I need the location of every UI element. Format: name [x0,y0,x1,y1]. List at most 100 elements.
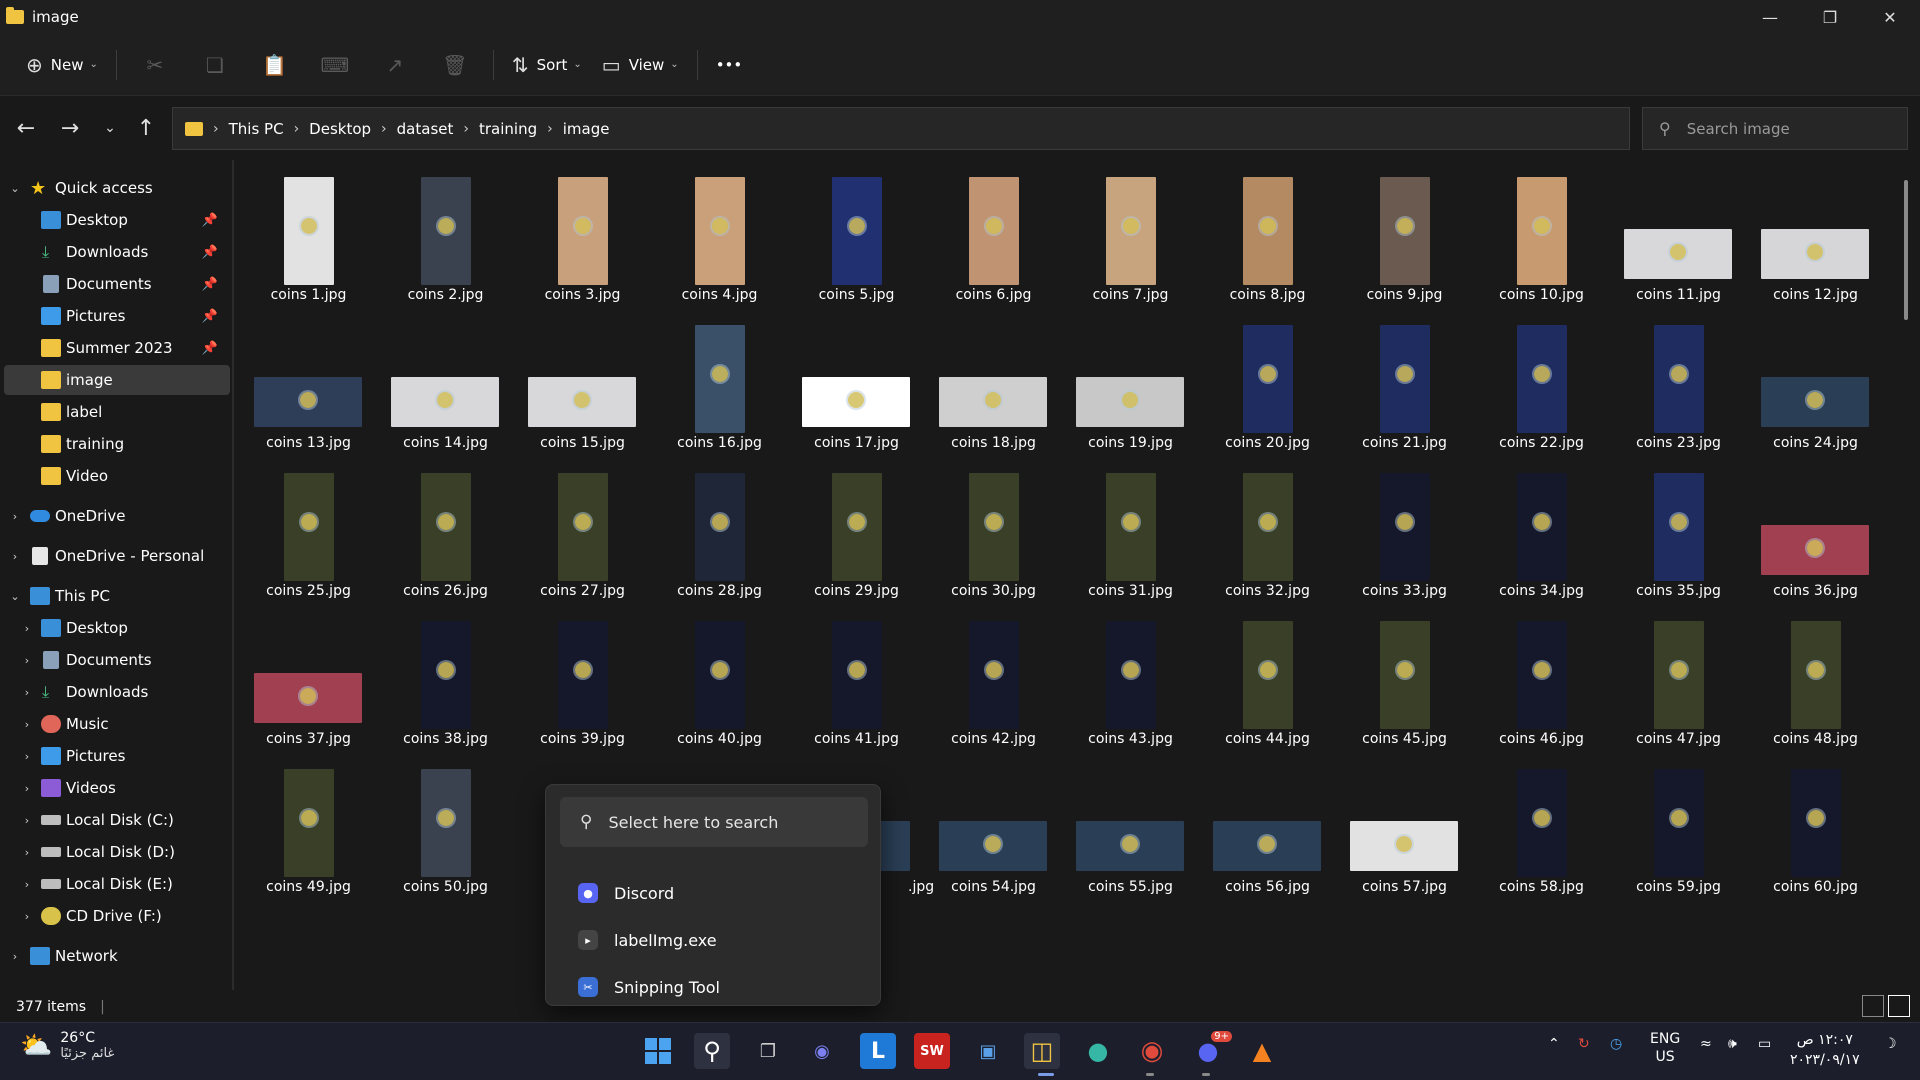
sort-button[interactable]: ⇅ Sort ⌄ [502,45,592,85]
sidebar-item-onedrive[interactable]: › OneDrive [0,501,230,531]
file-item[interactable]: coins 20.jpg [1199,313,1336,453]
solidworks-icon[interactable]: SW [914,1033,950,1069]
sidebar-item-pc-downloads[interactable]: › ⤓ Downloads [0,677,230,707]
file-item[interactable]: coins 25.jpg [240,461,377,601]
sidebar-item-downloads[interactable]: ⤓ Downloads 📌 [0,237,230,267]
file-item[interactable]: coins 4.jpg [651,165,788,305]
sidebar-item-summer-2023[interactable]: Summer 2023 📌 [0,333,230,363]
sidebar-divider[interactable] [232,160,234,990]
file-item[interactable]: coins 15.jpg [514,313,651,453]
file-item[interactable]: coins 60.jpg [1747,757,1884,897]
close-button[interactable]: ✕ [1860,0,1920,34]
volume-icon[interactable]: 🕪 [1728,1036,1737,1052]
file-item[interactable]: coins 17.jpg [788,313,925,453]
file-item[interactable]: coins 2.jpg [377,165,514,305]
chevron-up-icon[interactable]: ⌃ [1548,1036,1560,1052]
large-icons-view-icon[interactable] [1888,995,1910,1017]
sidebar-item-local-disk-c[interactable]: › Local Disk (C:) [0,805,230,835]
file-item[interactable]: coins 3.jpg [514,165,651,305]
file-item[interactable]: coins 41.jpg [788,609,925,749]
sync-icon[interactable]: ↻ [1578,1036,1590,1052]
file-item[interactable]: coins 44.jpg [1199,609,1336,749]
file-item[interactable]: coins 31.jpg [1062,461,1199,601]
file-item[interactable]: coins 24.jpg [1747,313,1884,453]
clock[interactable]: ١٢:٠٧ ص ٢٠٢٣/٠٩/١٧ [1790,1030,1860,1070]
file-item[interactable]: coins 45.jpg [1336,609,1473,749]
file-item[interactable]: coins 7.jpg [1062,165,1199,305]
file-item[interactable]: coins 27.jpg [514,461,651,601]
teams-chat-icon[interactable]: ◉ [804,1033,840,1069]
file-item[interactable]: coins 35.jpg [1610,461,1747,601]
weather-widget[interactable]: ⛅ 26°C غائم جزئيًا [20,1030,114,1061]
breadcrumb-dataset[interactable]: dataset [397,120,454,138]
sidebar-item-desktop[interactable]: Desktop 📌 [0,205,230,235]
sidebar-item-onedrive-personal[interactable]: › OneDrive - Personal [0,541,230,571]
file-item[interactable]: coins 22.jpg [1473,313,1610,453]
file-item[interactable]: coins 49.jpg [240,757,377,897]
cut-icon[interactable]: ✂ [125,45,185,85]
forward-button[interactable]: → [52,110,88,146]
battery-icon[interactable]: ▭ [1758,1036,1771,1052]
file-item[interactable]: coins 34.jpg [1473,461,1610,601]
sidebar-item-this-pc[interactable]: ⌄ This PC [0,581,230,611]
chrome-icon[interactable]: ◉ [1134,1033,1170,1069]
file-item[interactable]: coins 54.jpg [925,757,1062,897]
search-taskbar-button[interactable]: ⚲ [694,1033,730,1069]
file-item[interactable]: coins 37.jpg [240,609,377,749]
microsoft-store-icon[interactable]: ▣ [970,1033,1006,1069]
breadcrumb-this-pc[interactable]: This PC [229,120,284,138]
popup-search-input[interactable]: Select here to search [608,813,778,832]
scrollbar[interactable] [1904,180,1908,320]
file-item[interactable]: coins 28.jpg [651,461,788,601]
language-indicator[interactable]: ENG US [1650,1030,1680,1066]
search-box[interactable]: ⚲ Search image [1642,107,1908,150]
file-item[interactable]: coins 10.jpg [1473,165,1610,305]
popup-item-snipping-tool[interactable]: ✂ Snipping Tool [578,972,720,1002]
file-item[interactable]: coins 21.jpg [1336,313,1473,453]
sidebar-item-cd-drive-f[interactable]: › CD Drive (F:) [0,901,230,931]
file-item[interactable]: coins 23.jpg [1610,313,1747,453]
file-item[interactable]: coins 57.jpg [1336,757,1473,897]
view-button[interactable]: ▭ View ⌄ [592,45,689,85]
breadcrumb-image[interactable]: image [563,120,610,138]
up-button[interactable]: ↑ [128,110,164,146]
wifi-icon[interactable]: ≈ [1700,1036,1712,1052]
file-item[interactable]: coins 14.jpg [377,313,514,453]
search-input[interactable]: Search image [1687,120,1790,138]
sidebar-item-documents[interactable]: Documents 📌 [0,269,230,299]
sidebar-item-training[interactable]: training [0,429,230,459]
file-item[interactable]: coins 19.jpg [1062,313,1199,453]
sidebar-item-pictures[interactable]: Pictures 📌 [0,301,230,331]
sidebar-item-pc-documents[interactable]: › Documents [0,645,230,675]
back-button[interactable]: ← [8,110,44,146]
more-button[interactable]: ••• [706,45,753,85]
breadcrumb-desktop[interactable]: Desktop [309,120,371,138]
paste-icon[interactable]: 📋 [245,45,305,85]
sidebar-item-network[interactable]: › Network [0,941,230,971]
sidebar-item-pc-pictures[interactable]: › Pictures [0,741,230,771]
breadcrumb-training[interactable]: training [479,120,537,138]
file-item[interactable]: coins 55.jpg [1062,757,1199,897]
sidebar-item-pc-music[interactable]: › Music [0,709,230,739]
file-item[interactable]: coins 46.jpg [1473,609,1610,749]
file-item[interactable]: coins 36.jpg [1747,461,1884,601]
file-item[interactable]: coins 43.jpg [1062,609,1199,749]
details-view-icon[interactable] [1862,995,1884,1017]
file-item[interactable]: coins 33.jpg [1336,461,1473,601]
popup-item-discord[interactable]: ● Discord [578,878,674,908]
l-app-icon[interactable]: L [860,1033,896,1069]
file-item[interactable]: coins 6.jpg [925,165,1062,305]
file-item[interactable]: coins 29.jpg [788,461,925,601]
file-item[interactable]: coins 11.jpg [1610,165,1747,305]
vlc-icon[interactable]: ▲ [1244,1033,1280,1069]
sidebar-item-video[interactable]: Video [0,461,230,491]
file-item[interactable]: coins 40.jpg [651,609,788,749]
rename-icon[interactable]: ⌨ [305,45,365,85]
copy-icon[interactable]: ❏ [185,45,245,85]
edge-icon[interactable]: ● [1080,1033,1116,1069]
file-item[interactable]: coins 50.jpg [377,757,514,897]
sidebar-item-local-disk-e[interactable]: › Local Disk (E:) [0,869,230,899]
file-item[interactable]: coins 5.jpg [788,165,925,305]
file-item[interactable]: coins 32.jpg [1199,461,1336,601]
delete-icon[interactable]: 🗑 [425,45,485,85]
